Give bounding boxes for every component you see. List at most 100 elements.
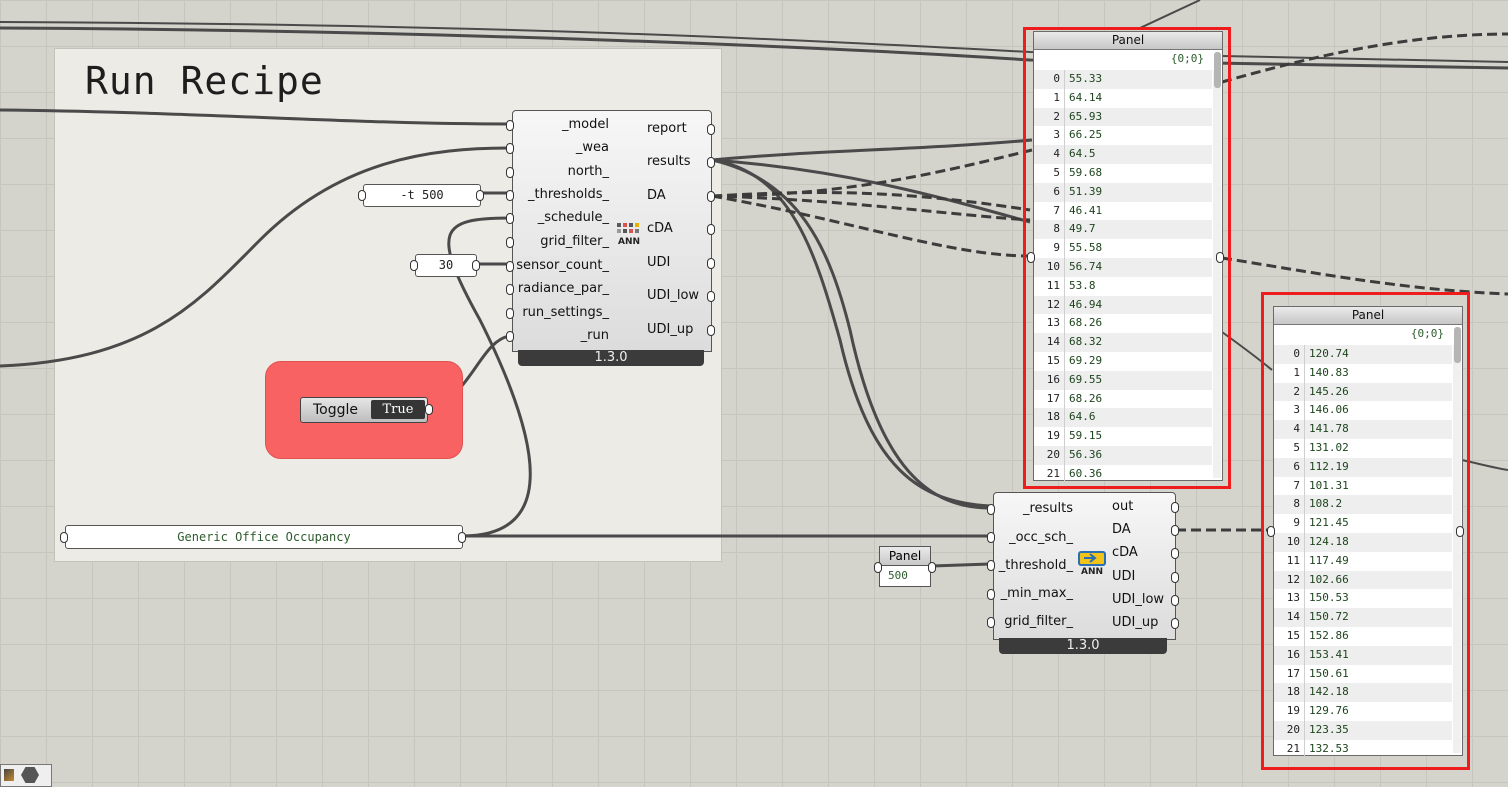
input-thresholds[interactable]: _thresholds_ [528, 187, 609, 202]
schedule-param-input-port[interactable] [60, 532, 68, 543]
panel-row: 18 142.18 [1274, 683, 1452, 703]
wire-dashed [1221, 32, 1508, 84]
input-grid-filter[interactable]: grid_filter_ [540, 234, 609, 249]
port-in-thresholds[interactable] [506, 190, 514, 201]
output-da[interactable]: DA [647, 188, 666, 203]
row-index: 18 [1274, 683, 1305, 703]
port-out-report[interactable] [707, 124, 715, 135]
input-run-settings[interactable]: run_settings_ [522, 305, 609, 320]
output-udi-low[interactable]: UDI_low [1112, 592, 1164, 607]
icon-label: ANN [617, 237, 641, 247]
output-cda[interactable]: cDA [1112, 545, 1138, 560]
port-out-results[interactable] [707, 157, 715, 168]
input-results[interactable]: _results [1023, 501, 1073, 516]
output-udi-low[interactable]: UDI_low [647, 288, 699, 303]
port-in-run[interactable] [506, 331, 514, 342]
input-wea[interactable]: _wea [576, 140, 609, 155]
port-in-radiance-par[interactable] [506, 284, 514, 295]
sensor-count-param[interactable]: 30 [415, 254, 477, 277]
port-in-schedule[interactable] [506, 213, 514, 224]
output-out[interactable]: out [1112, 499, 1133, 514]
output-da[interactable]: DA [1112, 522, 1131, 537]
port-out-da[interactable] [1171, 525, 1179, 536]
panel-1-input-port[interactable] [1027, 252, 1035, 263]
panel-scrollbar[interactable] [1453, 345, 1461, 753]
output-udi-up[interactable]: UDI_up [1112, 615, 1158, 630]
results-panel-2[interactable]: Panel {0;0} 0 120.74 1 140.83 2 145.26 3 146.06… [1273, 306, 1463, 759]
output-udi-up[interactable]: UDI_up [647, 322, 693, 337]
port-out-udi[interactable] [1171, 572, 1179, 583]
port-in-north[interactable] [506, 167, 514, 178]
port-in-grid-filter[interactable] [987, 617, 995, 628]
input-run[interactable]: _run [581, 328, 609, 343]
port-out-udi-low[interactable] [707, 291, 715, 302]
input-radiance-par[interactable]: radiance_par_ [518, 281, 609, 296]
port-in-grid-filter[interactable] [506, 237, 514, 248]
canvas-toolbar[interactable] [0, 764, 52, 787]
daylight-grid-icon [617, 223, 639, 233]
threshold-panel-input-port[interactable] [874, 562, 882, 573]
port-in-sensor-count[interactable] [506, 261, 514, 272]
wire [711, 158, 991, 510]
panel-scrollbar[interactable] [1213, 70, 1221, 478]
panel-scroll-thumb[interactable] [1214, 52, 1221, 88]
port-in-wea[interactable] [506, 143, 514, 154]
panel-2-input-port[interactable] [1267, 526, 1275, 537]
port-in-results[interactable] [987, 504, 995, 515]
output-udi[interactable]: UDI [647, 255, 670, 270]
port-out-udi-up[interactable] [707, 325, 715, 336]
thresholds-param-output-port[interactable] [476, 190, 484, 201]
thresholds-param[interactable]: -t 500 [363, 184, 481, 207]
input-min-max[interactable]: _min_max_ [1001, 586, 1073, 601]
port-out-out[interactable] [1171, 502, 1179, 513]
port-in-threshold[interactable] [987, 560, 995, 571]
port-in-run-settings[interactable] [506, 308, 514, 319]
annual-daylight-component[interactable]: _model _wea north_ _thresholds_ _schedul… [512, 110, 712, 352]
input-occ-sch[interactable]: _occ_sch_ [1009, 530, 1073, 545]
row-value: 131.02 [1309, 440, 1349, 454]
output-results[interactable]: results [647, 154, 691, 169]
port-out-cda[interactable] [1171, 548, 1179, 559]
panel-2-output-port[interactable] [1456, 526, 1464, 537]
sensor-count-param-input-port[interactable] [410, 260, 418, 271]
panel-1-output-port[interactable] [1216, 252, 1224, 263]
panel-value[interactable]: 500 [879, 566, 931, 587]
port-in-min-max[interactable] [987, 589, 995, 600]
row-value: 68.32 [1069, 335, 1103, 349]
results-panel-1[interactable]: Panel {0;0} 0 55.33 1 64.14 2 65.93 3 66.25 4 64.… [1033, 31, 1223, 484]
port-in-occ-sch[interactable] [987, 532, 995, 543]
input-north[interactable]: north_ [568, 164, 609, 179]
input-grid-filter[interactable]: grid_filter_ [1004, 614, 1073, 629]
row-value: 150.72 [1309, 610, 1349, 624]
row-index: 4 [1274, 420, 1305, 439]
output-udi[interactable]: UDI [1112, 569, 1135, 584]
hexagon-icon[interactable] [21, 767, 39, 783]
input-threshold[interactable]: _threshold_ [999, 558, 1073, 573]
input-sensor-count[interactable]: sensor_count_ [516, 258, 609, 273]
daylight-metrics-component[interactable]: _results _occ_sch_ _threshold_ _min_max_… [993, 492, 1176, 640]
threshold-panel-output-port[interactable] [928, 562, 936, 573]
toggle-value[interactable]: True [371, 400, 425, 419]
schedule-param-output-port[interactable] [458, 532, 466, 543]
schedule-param[interactable]: Generic Office Occupancy [65, 525, 463, 549]
input-schedule[interactable]: _schedule_ [538, 210, 609, 225]
thresholds-param-input-port[interactable] [358, 190, 366, 201]
port-out-udi-low[interactable] [1171, 595, 1179, 606]
output-report[interactable]: report [647, 121, 687, 136]
row-value: 59.68 [1069, 165, 1103, 179]
panel-scroll-thumb[interactable] [1454, 327, 1461, 363]
threshold-panel[interactable]: Panel 500 [879, 546, 931, 588]
row-value: 68.26 [1069, 316, 1103, 330]
port-out-cda[interactable] [707, 224, 715, 235]
port-in-model[interactable] [506, 120, 514, 131]
hammer-icon[interactable] [4, 769, 14, 781]
port-out-udi[interactable] [707, 258, 715, 269]
port-out-da[interactable] [707, 191, 715, 202]
port-out-udi-up[interactable] [1171, 618, 1179, 629]
output-cda[interactable]: cDA [647, 221, 673, 236]
run-toggle[interactable]: Toggle True [300, 397, 428, 423]
input-model[interactable]: _model [562, 117, 609, 132]
panel-row: 21 60.36 [1034, 464, 1212, 484]
sensor-count-param-output-port[interactable] [472, 260, 480, 271]
toggle-output-port[interactable] [425, 404, 433, 415]
